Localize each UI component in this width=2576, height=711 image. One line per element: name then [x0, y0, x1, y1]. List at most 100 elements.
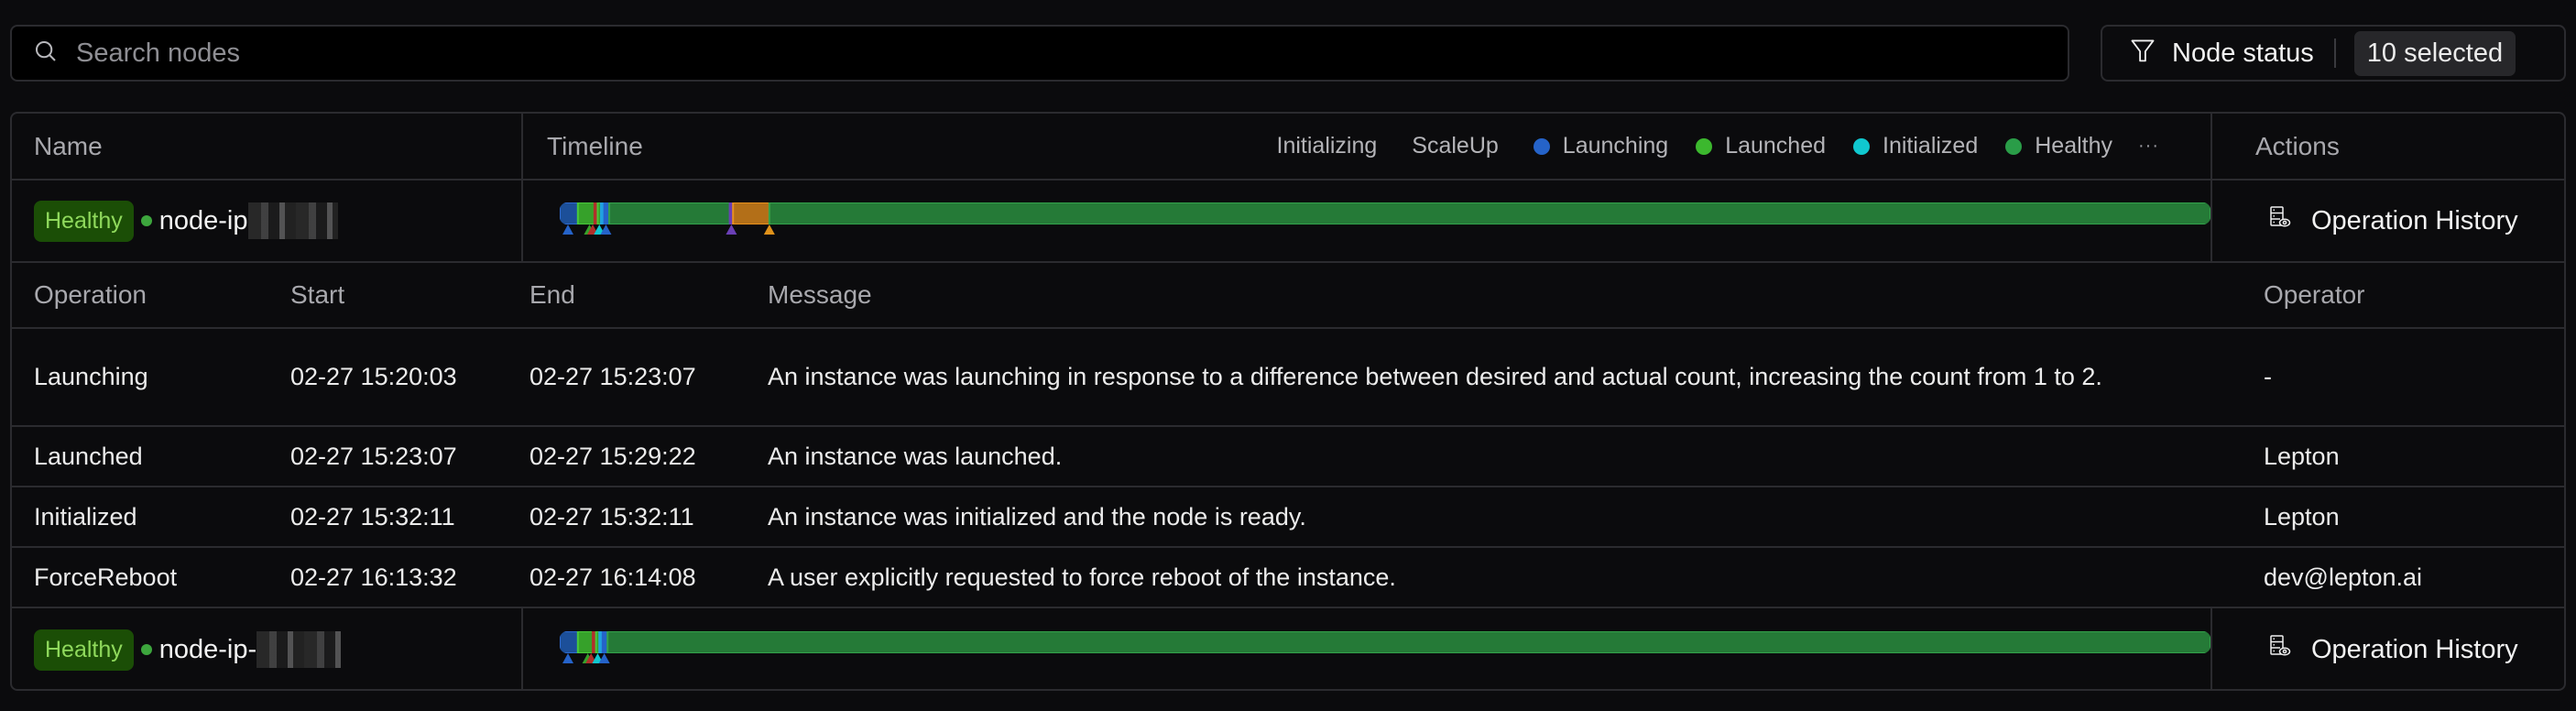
timeline-segment-launched[interactable] — [576, 202, 595, 224]
legend-item-scaleup: ScaleUp — [1412, 133, 1499, 159]
op-end: 02-27 15:29:22 — [529, 442, 696, 470]
operation-history-label: Operation History — [2311, 634, 2518, 664]
timeline-segment-launching[interactable] — [560, 631, 579, 653]
op-end: 02-27 15:32:11 — [529, 502, 694, 531]
node-row[interactable]: Healthy node-ip- Operation History — [12, 608, 2564, 689]
column-divider — [2210, 114, 2212, 179]
op-operator: Lepton — [2264, 442, 2340, 470]
legend-dot — [2005, 137, 2023, 155]
column-divider — [521, 608, 523, 689]
node-row[interactable]: Healthy node-ip Operation History — [12, 180, 2564, 263]
node-status-filter[interactable]: Node status 10 selected — [2101, 25, 2566, 82]
nodes-table: Name Timeline Initializing ScaleUp Launchi… — [10, 112, 2566, 691]
selected-count-badge[interactable]: 10 selected — [2353, 30, 2516, 76]
op-message: An instance was launching in response to… — [768, 363, 2102, 390]
search-icon — [32, 38, 60, 70]
operation-row: ForceReboot 02-27 16:13:32 02-27 16:14:0… — [12, 548, 2564, 608]
column-divider — [2210, 180, 2212, 261]
op-operator: Lepton — [2264, 502, 2340, 531]
timeline-segment-healthy[interactable] — [606, 631, 2210, 653]
status-dot — [140, 215, 152, 226]
column-divider — [2210, 608, 2212, 689]
op-message: A user explicitly requested to force reb… — [768, 563, 1396, 591]
column-header-timeline: Timeline — [547, 131, 643, 160]
op-message: An instance was launched. — [768, 442, 1063, 470]
legend-label: Initializing — [1276, 133, 1378, 159]
op-operation: Initialized — [34, 502, 137, 531]
legend-label: Initialized — [1883, 133, 1979, 159]
operation-history-label: Operation History — [2311, 205, 2518, 235]
legend-more-button[interactable]: ··· — [2138, 136, 2159, 157]
status-badge: Healthy — [34, 200, 134, 242]
node-name-cell: Healthy node-ip- — [34, 608, 342, 689]
op-column-operator: Operator — [2264, 280, 2365, 309]
column-header-actions: Actions — [2255, 131, 2340, 160]
filter-divider — [2333, 38, 2336, 68]
op-start: 02-27 15:32:11 — [290, 502, 455, 531]
timeline-segment-launched[interactable] — [576, 631, 595, 653]
filter-label: Node status — [2172, 38, 2314, 68]
op-start: 02-27 15:20:03 — [290, 363, 457, 390]
legend-label: Launched — [1725, 133, 1827, 159]
timeline-marker[interactable] — [763, 224, 775, 235]
search-box[interactable] — [10, 25, 2069, 82]
op-end: 02-27 16:14:08 — [529, 563, 696, 591]
legend-dot — [1696, 137, 1713, 155]
operation-history-button[interactable]: Operation History — [2269, 634, 2518, 665]
legend-label: ScaleUp — [1412, 133, 1499, 159]
op-start: 02-27 16:13:32 — [290, 563, 457, 591]
op-end: 02-27 15:23:07 — [529, 363, 696, 390]
timeline-marker[interactable] — [600, 224, 612, 235]
operation-row: Launched 02-27 15:23:07 02-27 15:29:22 A… — [12, 427, 2564, 487]
timeline-segment-healthy[interactable] — [768, 202, 2210, 224]
column-header-name[interactable]: Name — [34, 114, 103, 179]
node-timeline[interactable] — [560, 622, 2210, 677]
filter-icon — [2130, 38, 2156, 70]
op-operation: Launching — [34, 363, 148, 390]
operation-row: Initialized 02-27 15:32:11 02-27 15:32:1… — [12, 487, 2564, 548]
timeline-segment-scaleup[interactable] — [732, 202, 770, 224]
column-divider — [521, 114, 523, 179]
op-column-start: Start — [290, 280, 345, 309]
timeline-marker[interactable] — [726, 224, 737, 235]
legend-item-launching: Launching — [1533, 133, 1668, 159]
operations-header: Operation Start End Message Operator — [12, 263, 2564, 329]
operation-row: Launching 02-27 15:20:03 02-27 15:23:07 … — [12, 329, 2564, 427]
operation-history-button[interactable]: Operation History — [2269, 205, 2518, 236]
op-operator: dev@lepton.ai — [2264, 563, 2423, 591]
node-name-cell: Healthy node-ip — [34, 180, 338, 261]
legend-item-healthy: Healthy — [2005, 133, 2112, 159]
redacted-node-suffix — [247, 202, 338, 239]
op-operator: - — [2264, 363, 2272, 390]
legend-item-launched: Launched — [1696, 133, 1826, 159]
node-timeline[interactable] — [560, 193, 2210, 248]
timeline-segment-healthy[interactable] — [608, 202, 731, 224]
op-column-operation: Operation — [34, 280, 147, 309]
redacted-node-suffix — [257, 631, 342, 668]
node-name[interactable]: node-ip — [159, 206, 248, 236]
timeline-legend: Initializing ScaleUp Launching Launched Init… — [1250, 114, 2159, 179]
search-input[interactable] — [76, 38, 2068, 69]
actions-cell: Operation History — [2269, 608, 2518, 689]
op-operation: Launched — [34, 442, 143, 470]
toolbar: Node status 10 selected — [10, 25, 2566, 82]
legend-dot — [1853, 137, 1871, 155]
op-start: 02-27 15:23:07 — [290, 442, 457, 470]
timeline-marker[interactable] — [562, 224, 574, 235]
legend-label: Healthy — [2035, 133, 2113, 159]
timeline-marker[interactable] — [562, 653, 574, 663]
node-name[interactable]: node-ip- — [159, 635, 257, 665]
op-message: An instance was initialized and the node… — [768, 502, 1306, 531]
operation-history-icon — [2269, 634, 2291, 665]
status-badge: Healthy — [34, 629, 134, 671]
legend-item-initialized: Initialized — [1853, 133, 1978, 159]
actions-cell: Operation History — [2269, 180, 2518, 261]
legend-dot — [1533, 137, 1550, 155]
timeline-cell — [549, 180, 2210, 261]
status-dot — [140, 644, 152, 655]
timeline-segment-launching[interactable] — [560, 202, 579, 224]
table-header: Name Timeline Initializing ScaleUp Launchi… — [12, 114, 2564, 180]
op-operation: ForceReboot — [34, 563, 178, 591]
timeline-marker[interactable] — [598, 653, 610, 663]
operation-history-icon — [2269, 205, 2291, 236]
